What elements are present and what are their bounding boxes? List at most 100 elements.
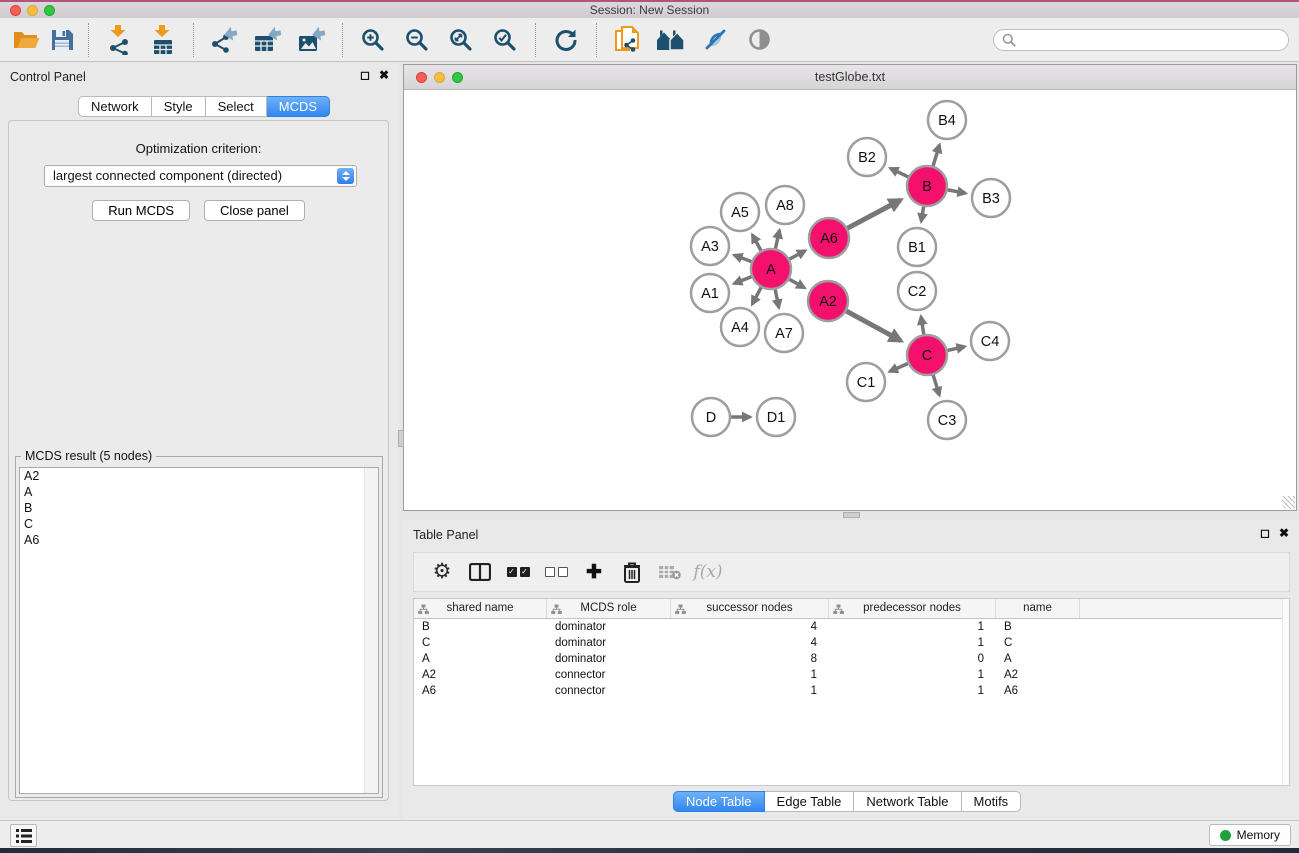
hide-graphics-details-button[interactable] — [693, 23, 737, 57]
table-row[interactable]: Bdominator41B — [414, 619, 1289, 635]
network-node-D[interactable]: D — [692, 398, 730, 436]
table-row[interactable]: A2connector11A2 — [414, 667, 1289, 683]
column-header-name[interactable]: name — [996, 599, 1080, 618]
network-node-A4[interactable]: A4 — [721, 308, 759, 346]
table-cell[interactable]: 1 — [829, 683, 996, 699]
table-scrollbar[interactable] — [1282, 599, 1289, 785]
home-button[interactable] — [649, 23, 693, 57]
deselect-all-button[interactable] — [544, 559, 568, 585]
network-node-B[interactable]: B — [907, 166, 947, 206]
tab-network-table[interactable]: Network Table — [854, 791, 961, 812]
zoom-selected-button[interactable] — [483, 23, 527, 57]
column-header-mcds-role[interactable]: MCDS role — [547, 599, 671, 618]
table-cell[interactable]: A6 — [414, 683, 547, 699]
table-row[interactable]: A6connector11A6 — [414, 683, 1289, 699]
refresh-button[interactable] — [544, 23, 588, 57]
table-cell[interactable]: C — [996, 635, 1080, 651]
network-node-A6[interactable]: A6 — [809, 218, 849, 258]
add-column-button[interactable]: ✚ — [582, 559, 606, 585]
table-cell[interactable]: A — [414, 651, 547, 667]
network-window-titlebar[interactable]: testGlobe.txt — [404, 65, 1296, 90]
table-cell[interactable]: A2 — [996, 667, 1080, 683]
window-resize-grip[interactable] — [1282, 496, 1295, 509]
run-mcds-button[interactable]: Run MCDS — [92, 200, 190, 221]
table-cell[interactable]: dominator — [547, 635, 671, 651]
result-list-item[interactable]: A2 — [20, 468, 378, 484]
optimization-criterion-dropdown[interactable]: largest connected component (directed) — [44, 165, 357, 187]
network-node-A3[interactable]: A3 — [691, 227, 729, 265]
table-cell[interactable]: dominator — [547, 651, 671, 667]
column-header-successor-nodes[interactable]: successor nodes — [671, 599, 829, 618]
tab-network[interactable]: Network — [78, 96, 152, 117]
table-row[interactable]: Cdominator41C — [414, 635, 1289, 651]
delete-column-button[interactable] — [620, 559, 644, 585]
vertical-splitter-handle[interactable] — [398, 430, 404, 447]
network-node-C2[interactable]: C2 — [898, 272, 936, 310]
tab-mcds[interactable]: MCDS — [267, 96, 330, 117]
close-panel-icon[interactable]: ✖ — [1279, 526, 1289, 540]
float-panel-icon[interactable]: ◻ — [1260, 526, 1270, 540]
network-close-button[interactable] — [416, 72, 427, 83]
table-cell[interactable]: A — [996, 651, 1080, 667]
network-canvas[interactable]: B4B2BB3A8A5A6A3B1AC2A1A2A4A7C4CC1C3DD1 — [404, 90, 1296, 510]
edge-A2-C[interactable] — [843, 309, 901, 340]
task-history-button[interactable] — [10, 824, 37, 847]
float-panel-icon[interactable]: ◻ — [360, 68, 370, 82]
zoom-out-button[interactable] — [395, 23, 439, 57]
tab-style[interactable]: Style — [152, 96, 206, 117]
table-header-row[interactable]: shared nameMCDS rolesuccessor nodesprede… — [414, 599, 1289, 619]
network-node-C3[interactable]: C3 — [928, 401, 966, 439]
table-cell[interactable]: 4 — [671, 619, 829, 635]
table-cell[interactable]: 1 — [671, 667, 829, 683]
table-cell[interactable]: 1 — [671, 683, 829, 699]
export-image-button[interactable] — [290, 23, 334, 57]
zoom-in-button[interactable] — [351, 23, 395, 57]
tab-select[interactable]: Select — [206, 96, 267, 117]
table-cell[interactable]: connector — [547, 667, 671, 683]
table-cell[interactable]: 8 — [671, 651, 829, 667]
network-node-A5[interactable]: A5 — [721, 193, 759, 231]
table-cell[interactable]: 1 — [829, 667, 996, 683]
table-cell[interactable]: 0 — [829, 651, 996, 667]
network-minimize-button[interactable] — [434, 72, 445, 83]
memory-button[interactable]: Memory — [1209, 824, 1291, 846]
dropdown-stepper-icon[interactable] — [337, 168, 354, 184]
result-list-scrollbar[interactable] — [364, 468, 378, 793]
table-cell[interactable]: connector — [547, 683, 671, 699]
table-cell[interactable]: B — [996, 619, 1080, 635]
close-window-button[interactable] — [10, 5, 21, 16]
table-cell[interactable]: A6 — [996, 683, 1080, 699]
zoom-fit-button[interactable] — [439, 23, 483, 57]
edge-A6-B[interactable] — [844, 200, 900, 230]
column-header-predecessor-nodes[interactable]: predecessor nodes — [829, 599, 996, 618]
tab-node-table[interactable]: Node Table — [673, 791, 765, 812]
network-node-A2[interactable]: A2 — [808, 281, 848, 321]
show-graphics-details-button[interactable] — [737, 23, 781, 57]
close-panel-icon[interactable]: ✖ — [379, 68, 389, 82]
network-node-C1[interactable]: C1 — [847, 363, 885, 401]
export-table-button[interactable] — [246, 23, 290, 57]
close-panel-button[interactable]: Close panel — [204, 200, 305, 221]
table-settings-button[interactable]: ⚙ — [430, 559, 454, 585]
clone-network-button[interactable] — [605, 23, 649, 57]
table-cell[interactable]: 4 — [671, 635, 829, 651]
network-node-A8[interactable]: A8 — [766, 186, 804, 224]
network-zoom-button[interactable] — [452, 72, 463, 83]
result-list-item[interactable]: B — [20, 500, 378, 516]
table-cell[interactable]: dominator — [547, 619, 671, 635]
table-cell[interactable]: A2 — [414, 667, 547, 683]
node-table[interactable]: shared nameMCDS rolesuccessor nodesprede… — [413, 598, 1290, 786]
network-node-C[interactable]: C — [907, 335, 947, 375]
horizontal-splitter-handle[interactable] — [843, 512, 860, 518]
network-node-B3[interactable]: B3 — [972, 179, 1010, 217]
table-cell[interactable]: B — [414, 619, 547, 635]
network-node-A7[interactable]: A7 — [765, 314, 803, 352]
table-cell[interactable]: 1 — [829, 619, 996, 635]
column-header-shared-name[interactable]: shared name — [414, 599, 547, 618]
zoom-window-button[interactable] — [44, 5, 55, 16]
network-node-B2[interactable]: B2 — [848, 138, 886, 176]
network-node-C4[interactable]: C4 — [971, 322, 1009, 360]
network-node-D1[interactable]: D1 — [757, 398, 795, 436]
table-cell[interactable]: C — [414, 635, 547, 651]
tab-edge-table[interactable]: Edge Table — [765, 791, 855, 812]
